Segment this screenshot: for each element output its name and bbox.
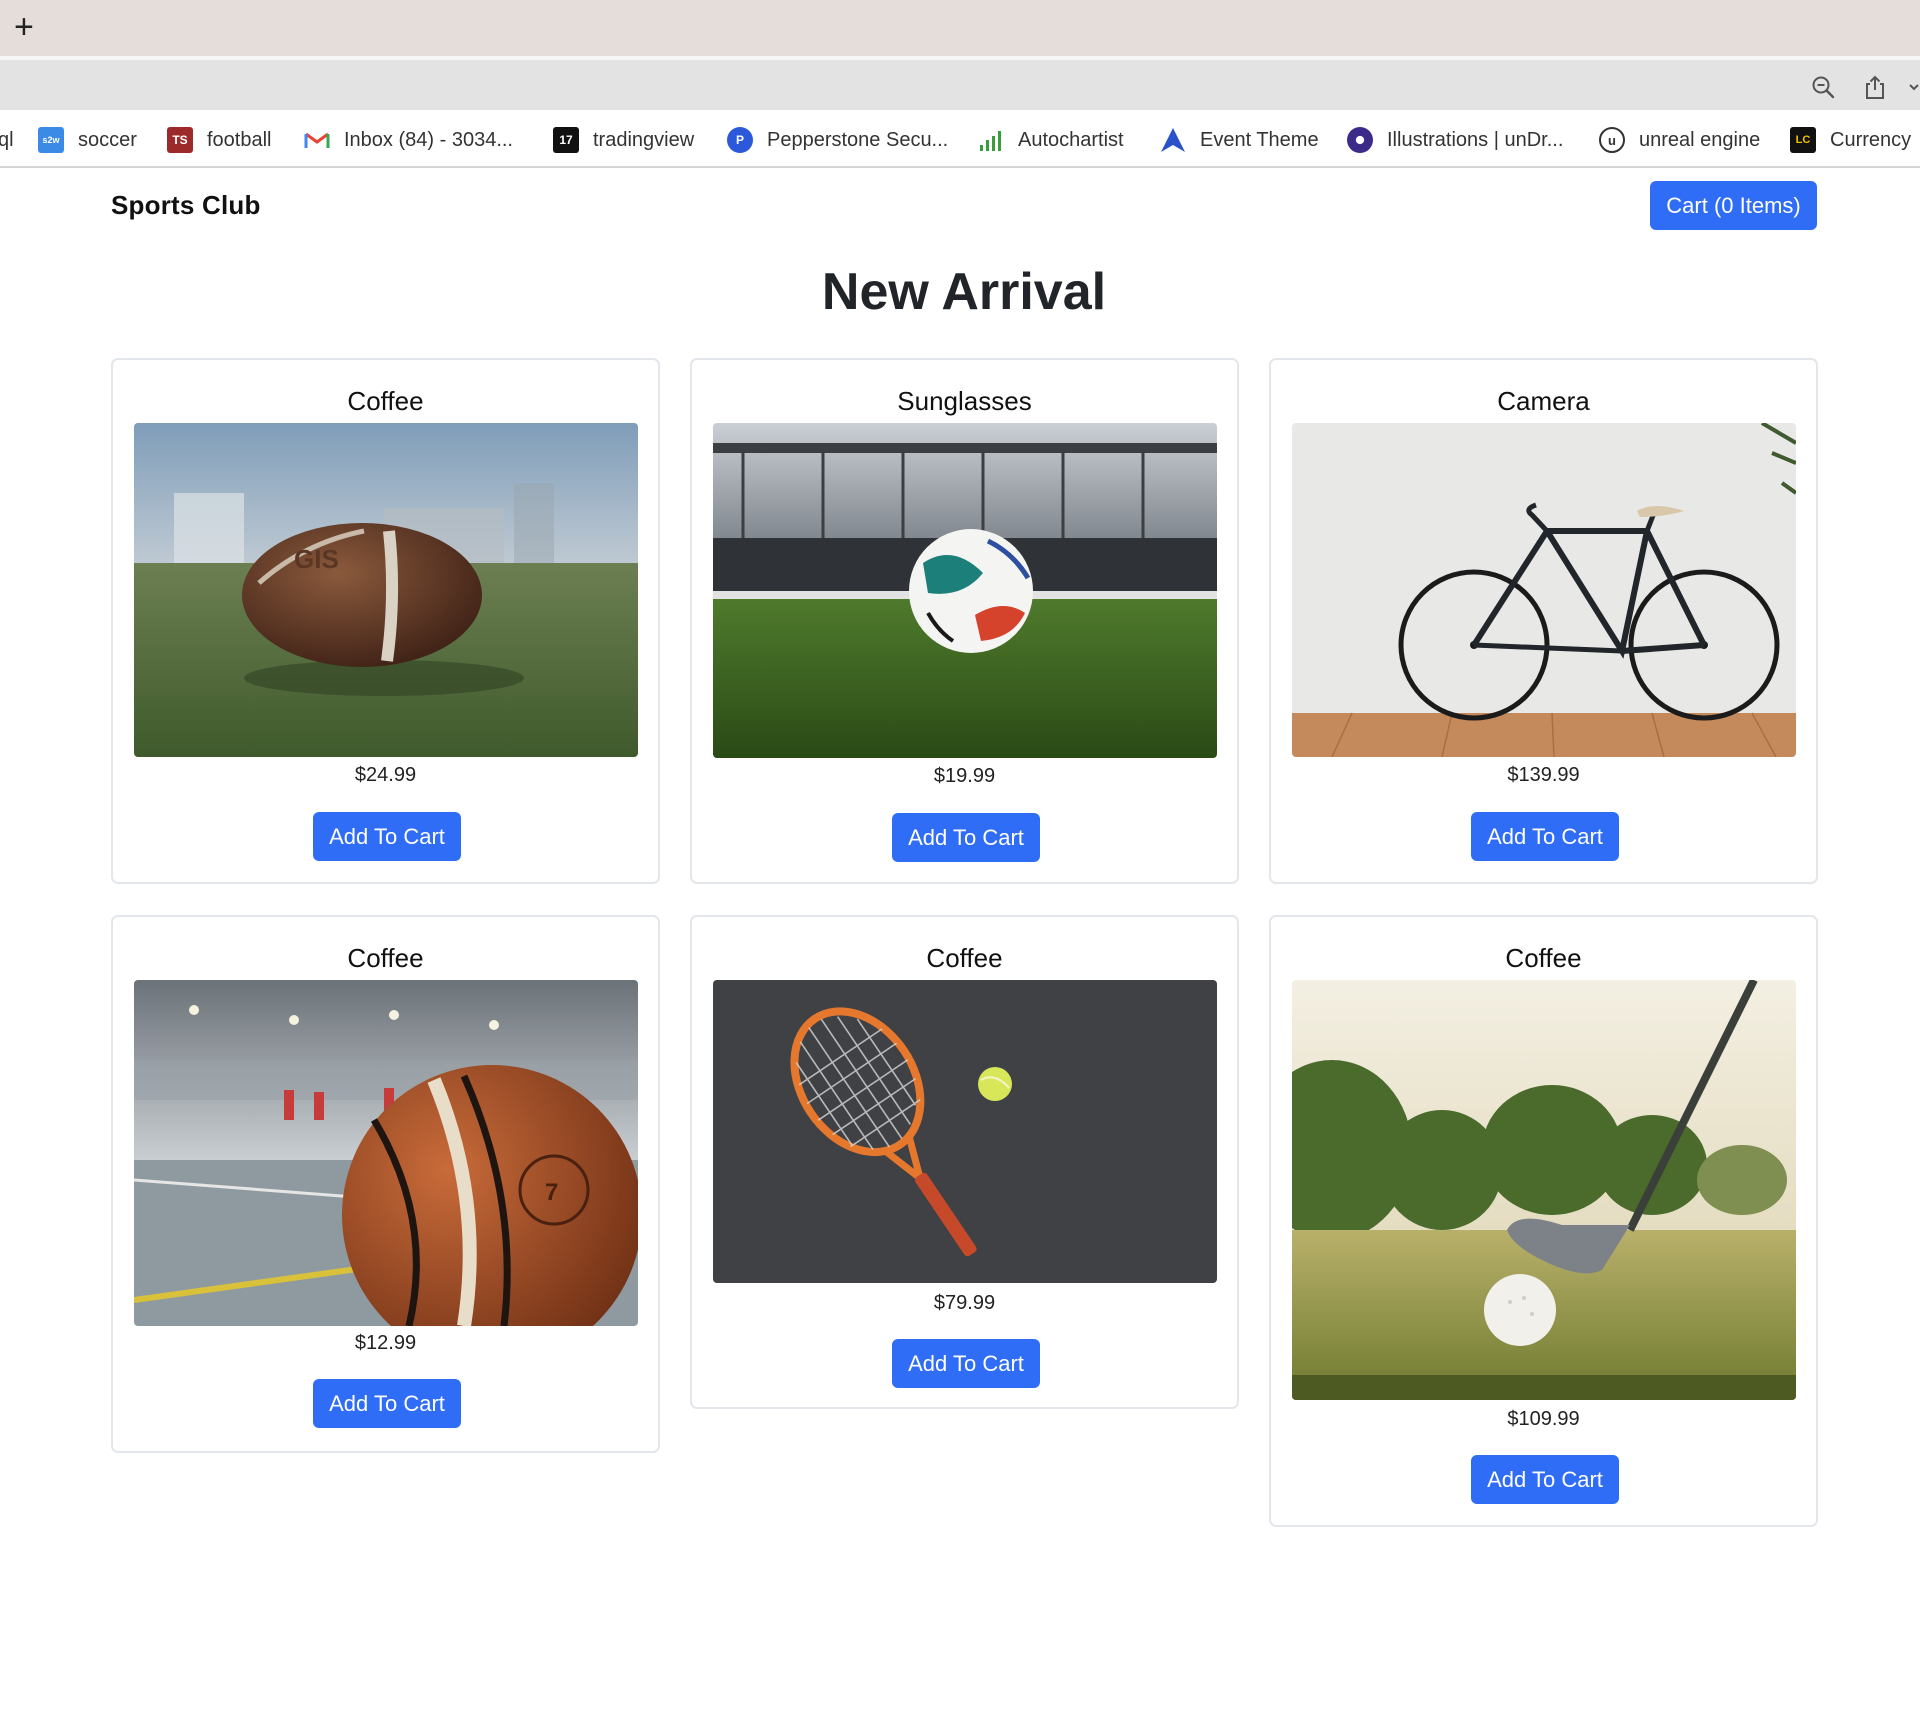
new-tab-button[interactable]: + [14, 10, 34, 44]
chevron-down-icon[interactable] [1908, 74, 1920, 100]
product-name: Coffee [347, 943, 424, 973]
brand-logo[interactable]: Sports Club [111, 190, 261, 221]
product-name: Camera [1497, 386, 1590, 416]
undraw-icon [1347, 127, 1373, 153]
bookmark-label: Illustrations | unDr... [1387, 128, 1564, 151]
bookmark-football[interactable]: TS football [167, 125, 272, 155]
cart-button[interactable]: Cart (0 Items) [1650, 181, 1817, 230]
zoom-icon[interactable] [1810, 74, 1836, 100]
product-card: Camera $139.99 Add To Cart [1269, 358, 1818, 884]
bookmark-currency[interactable]: LC Currency [1790, 125, 1911, 155]
lc-icon: LC [1790, 127, 1816, 153]
bookmark-label: soccer [78, 128, 137, 151]
unreal-icon: u [1599, 127, 1625, 153]
share-icon[interactable] [1862, 74, 1888, 100]
add-to-cart-button[interactable]: Add To Cart [313, 812, 461, 861]
bookmark-label: Inbox (84) - 3034... [344, 128, 513, 151]
product-card: Sunglasses $19.99 Add To Cart [690, 358, 1239, 884]
event-theme-icon [1160, 127, 1186, 153]
add-to-cart-button[interactable]: Add To Cart [892, 1339, 1040, 1388]
product-card: Coffee $109.99 Add To Cart [1269, 915, 1818, 1527]
bookmark-label: ql [0, 128, 14, 151]
bookmark-label: Autochartist [1018, 128, 1124, 151]
page-title: New Arrival [821, 263, 1107, 321]
bookmark-inbox[interactable]: Inbox (84) - 3034... [304, 125, 513, 155]
product-card: Coffee GIS $24.99 Add To Cart [111, 358, 660, 884]
product-price: $19.99 [933, 765, 996, 787]
gmail-icon [304, 127, 330, 153]
product-price: $24.99 [354, 764, 417, 786]
browser-toolbar [0, 56, 1920, 110]
product-name: Sunglasses [897, 386, 1032, 416]
bookmark-event-theme[interactable]: Event Theme [1160, 125, 1319, 155]
svg-text:GIS: GIS [294, 544, 339, 574]
bookmark-label: Pepperstone Secu... [767, 128, 949, 151]
product-name: Coffee [347, 386, 424, 416]
bookmark-label: Event Theme [1200, 128, 1319, 151]
bookmark-item[interactable]: ql [0, 125, 14, 155]
ts-icon: TS [167, 127, 193, 153]
bookmark-autochartist[interactable]: Autochartist [978, 125, 1124, 155]
product-price: $12.99 [354, 1332, 417, 1354]
autochartist-icon [978, 127, 1004, 153]
bookmarks-bar: ql s2w soccer TS football Inbox (84) - 3… [0, 110, 1920, 168]
golf-club-image [1292, 980, 1796, 1400]
american-football-image: GIS [134, 423, 638, 757]
product-name: Coffee [926, 943, 1003, 973]
bookmark-tradingview[interactable]: 17 tradingview [553, 125, 694, 155]
product-price: $139.99 [1507, 764, 1580, 786]
add-to-cart-button[interactable]: Add To Cart [313, 1379, 461, 1428]
svg-text:7: 7 [545, 1179, 558, 1206]
browser-tabstrip: + [0, 0, 1920, 56]
pepperstone-icon: P [727, 127, 753, 153]
bookmark-illustrations[interactable]: Illustrations | unDr... [1347, 125, 1563, 155]
product-price: $109.99 [1507, 1408, 1580, 1430]
tradingview-icon: 17 [553, 127, 579, 153]
bookmark-unreal-engine[interactable]: u unreal engine [1599, 125, 1760, 155]
s2w-icon: s2w [38, 127, 64, 153]
bookmark-label: unreal engine [1639, 128, 1761, 151]
add-to-cart-button[interactable]: Add To Cart [1471, 812, 1619, 861]
product-price: $79.99 [933, 1292, 996, 1314]
bookmark-soccer[interactable]: s2w soccer [38, 125, 137, 155]
product-card: Coffee 7 $12.99 Add To Cart [111, 915, 660, 1453]
soccer-ball-image [713, 423, 1217, 758]
tennis-racket-image [713, 980, 1217, 1283]
bookmark-label: tradingview [593, 128, 695, 151]
bookmark-pepperstone[interactable]: P Pepperstone Secu... [727, 125, 948, 155]
product-name: Coffee [1505, 943, 1582, 973]
bookmark-label: football [207, 128, 272, 151]
add-to-cart-button[interactable]: Add To Cart [892, 813, 1040, 862]
bookmark-label: Currency [1830, 128, 1912, 151]
add-to-cart-button[interactable]: Add To Cart [1471, 1455, 1619, 1504]
basketball-image: 7 [134, 980, 638, 1326]
product-card: Coffee $79.99 Add To Cart [690, 915, 1239, 1409]
bicycle-image [1292, 423, 1796, 757]
